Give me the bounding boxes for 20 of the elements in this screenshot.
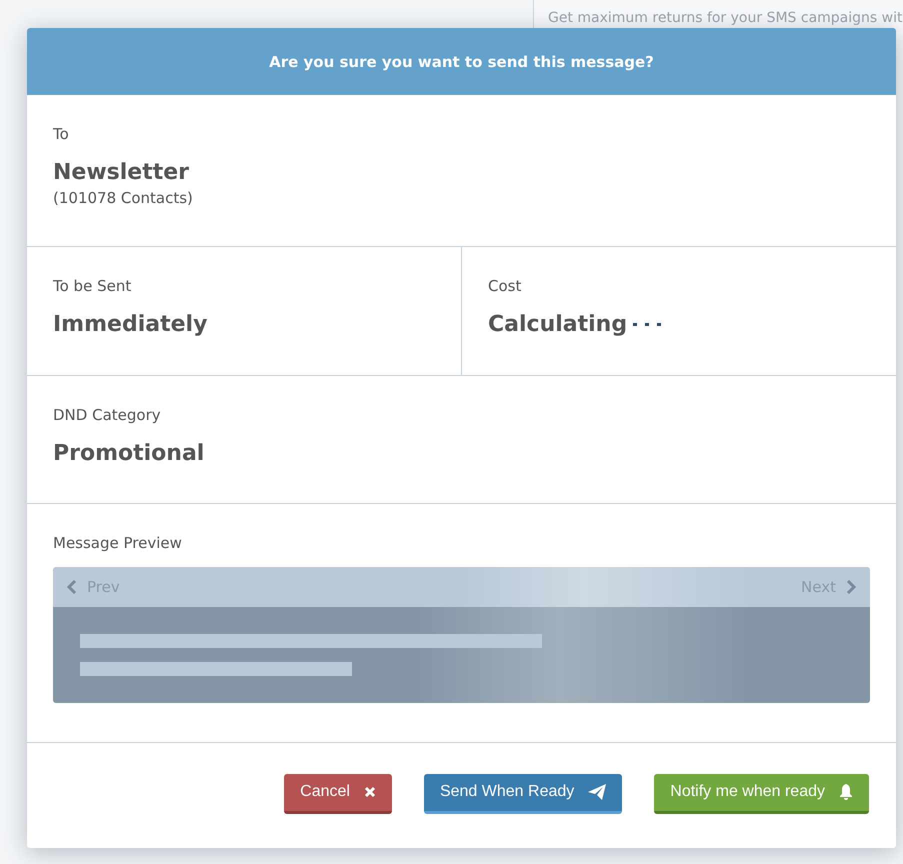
contact-count: (101078 Contacts) [53,189,194,207]
recipient-name: Newsletter [53,160,190,185]
paper-plane-icon [588,784,606,800]
chevron-right-icon [846,580,856,594]
field-label: To be Sent [53,277,132,295]
cancel-button[interactable]: Cancel [284,774,392,814]
chevron-left-icon [67,580,77,594]
close-icon [364,786,376,798]
field-label: Message Preview [53,534,183,552]
field-label: To [53,125,70,143]
field-label: Cost [488,277,522,295]
schedule-value: Immediately [53,312,208,337]
dialog-title: Are you sure you want to send this message? [269,52,654,70]
banner-text: Get maximum returns for your SMS campaigns wit [548,10,902,26]
dnd-value: Promotional [53,441,206,466]
bell-icon [839,784,853,800]
send-button[interactable]: Send When Ready [424,774,622,814]
field-label: DND Category [53,406,162,424]
cost-value: Calculating [488,312,628,337]
notify-button[interactable]: Notify me when ready [654,774,869,814]
